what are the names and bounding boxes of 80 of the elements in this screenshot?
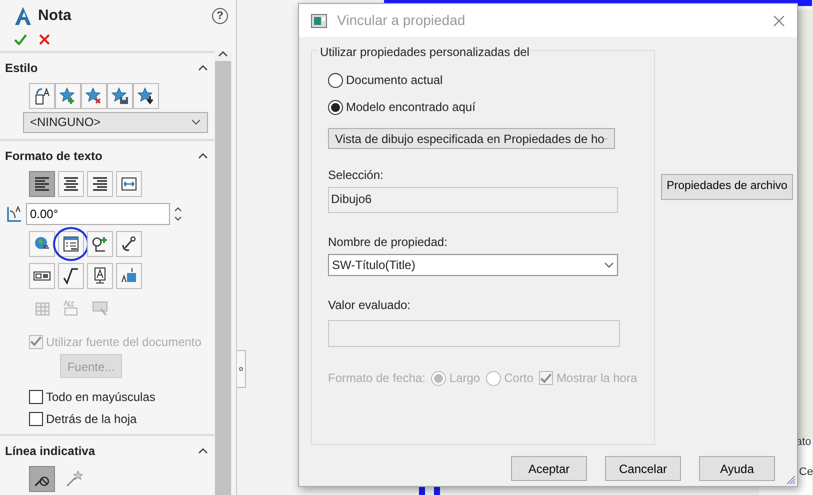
style-dropdown[interactable]: <NINGUNO> — [23, 112, 208, 132]
text-style-icon — [33, 86, 51, 104]
frame-button[interactable] — [29, 262, 55, 288]
radio-label: Largo — [449, 370, 480, 387]
align-right-icon — [91, 174, 109, 192]
load-style-button[interactable] — [133, 82, 159, 108]
save-style-button[interactable] — [107, 82, 133, 108]
align-center-button[interactable] — [58, 170, 84, 196]
align-center-icon — [62, 174, 80, 192]
pin-leader-icon — [65, 470, 83, 488]
star-plus-icon — [59, 86, 77, 104]
note-icon — [14, 6, 32, 26]
align-right-button[interactable] — [87, 170, 113, 196]
star-arrow-icon — [137, 86, 155, 104]
angle-icon — [5, 204, 23, 222]
star-x-icon — [85, 86, 103, 104]
radio-label: Documento actual — [346, 72, 443, 89]
collapse-icon[interactable] — [198, 152, 208, 158]
hatch-icon — [91, 298, 109, 316]
window-title: Vincular a propiedad — [337, 11, 466, 30]
align-left-button[interactable] — [29, 170, 55, 196]
root-icon — [62, 266, 80, 284]
file-properties-button[interactable]: Propiedades de archivo — [661, 174, 793, 200]
list-icon — [62, 234, 80, 252]
ok-icon[interactable] — [14, 34, 27, 44]
text-link-icon — [62, 298, 80, 316]
property-dropdown[interactable]: SW-Título(Title) — [328, 254, 618, 276]
checkbox[interactable] — [29, 412, 43, 426]
radio-button[interactable] — [328, 100, 343, 114]
panel-title: Nota — [38, 6, 72, 26]
panel-handle[interactable] — [237, 350, 246, 388]
radio-label: Modelo encontrado aquí — [346, 99, 476, 116]
delete-style-button[interactable] — [81, 82, 107, 108]
stack-icon — [120, 266, 138, 284]
fit-text-button[interactable] — [116, 170, 142, 196]
angle-field[interactable]: 0.00° — [26, 202, 170, 224]
selection-field[interactable]: Dibujo6 — [328, 187, 618, 213]
symbol-button[interactable] — [58, 262, 84, 288]
dialog-button[interactable]: Aceptar — [511, 456, 587, 481]
checkbox-label: Todo en mayúsculas — [46, 388, 156, 406]
section-title: Línea indicativa — [5, 442, 96, 460]
radio-button[interactable] — [328, 72, 343, 88]
radio-label: Corto — [504, 370, 534, 387]
window-icon — [311, 14, 327, 28]
hyperlink-button[interactable] — [29, 230, 55, 256]
field-label: Nombre de propiedad: — [328, 234, 448, 251]
stack-button[interactable] — [116, 262, 142, 288]
model-dropdown[interactable]: Vista de dibujo especificada en Propiedades de ho — [328, 128, 615, 149]
anchor-button[interactable] — [116, 230, 142, 256]
close-icon[interactable] — [773, 14, 785, 26]
resize-grip-icon[interactable] — [784, 473, 796, 485]
collapse-icon[interactable] — [198, 448, 208, 454]
dialog-button[interactable]: Cancelar — [605, 456, 681, 481]
field-label: Selección: — [328, 167, 384, 184]
checkbox-label: Mostrar la hora — [556, 370, 638, 387]
apply-style-button[interactable] — [29, 82, 55, 108]
dialog-button[interactable]: Ayuda — [699, 456, 775, 481]
section-title: Formato de texto — [5, 148, 102, 164]
cancel-icon[interactable] — [39, 34, 50, 44]
section-title: Estilo — [5, 60, 38, 76]
no-leader-button[interactable] — [29, 466, 55, 492]
help-button[interactable]: ? — [212, 8, 228, 24]
field-label: Valor evaluado: — [328, 297, 412, 314]
scrollbar-thumb[interactable] — [215, 60, 231, 495]
fit-width-icon — [120, 174, 138, 192]
anchor-icon — [120, 234, 138, 252]
add-balloon-button[interactable] — [87, 230, 113, 256]
collapse-icon[interactable] — [198, 64, 208, 70]
scroll-up-icon[interactable] — [218, 50, 228, 56]
link-property-button[interactable] — [58, 230, 84, 256]
add-style-button[interactable] — [55, 82, 81, 108]
checkbox-label: Detrás de la hoja — [46, 410, 137, 428]
text-box-button[interactable] — [87, 262, 113, 288]
evaluated-field[interactable] — [328, 320, 620, 347]
date-format-label: Formato de fecha: — [328, 370, 426, 387]
checkbox-label: Utilizar fuente del documento — [46, 334, 202, 350]
align-left-icon — [33, 174, 51, 192]
background-label: Ce — [799, 465, 813, 480]
balloon-plus-icon — [91, 234, 109, 252]
checkbox[interactable] — [29, 390, 43, 404]
